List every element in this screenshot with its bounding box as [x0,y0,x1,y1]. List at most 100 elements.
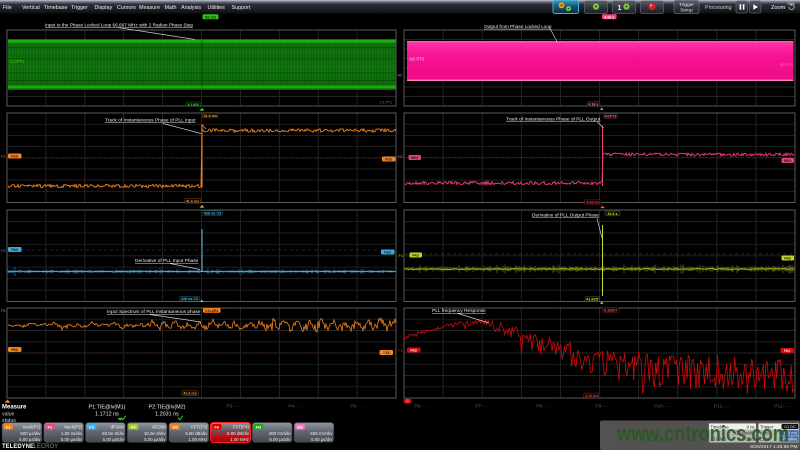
svg-text:Measure: Measure [139,5,160,11]
svg-text:P10- - -: P10- - - [654,404,670,410]
svg-text:5.00 µs/div: 5.00 µs/div [269,437,291,442]
svg-text:F4@: F4@ [784,257,791,261]
svg-text:41.6 ms: 41.6 ms [183,392,197,396]
svg-text:4.16 ms: 4.16 ms [586,201,600,205]
svg-text:P5- - -: P5- - - [350,404,364,410]
svg-text:C1=2E3: C1=2E3 [205,309,218,313]
svg-text:P1:TIE@lv(M1): P1:TIE@lv(M1) [89,405,126,411]
svg-text:Math: Math [165,5,177,11]
svg-text:F3@: F3@ [384,251,391,255]
svg-text:1.2031 ns: 1.2031 ns [155,412,179,418]
svg-text:Measure: Measure [2,405,27,411]
svg-text:P8- - -: P8- - - [536,404,550,410]
svg-text:1.00 ns/div: 1.00 ns/div [61,431,83,436]
svg-text:4.16 s: 4.16 s [588,103,598,107]
svg-text:Output from Phase Locked Loop: Output from Phase Locked Loop [484,24,552,29]
svg-text:500 mV/div: 500 mV/div [310,431,333,436]
svg-text:C1 PT1: C1 PT1 [10,59,25,64]
svg-text:F2@: F2@ [11,155,18,159]
svg-text:F2: F2 [48,424,53,429]
svg-text:P6- - -: P6- - - [414,404,428,410]
svg-text:41.6 ms: 41.6 ms [203,114,217,118]
svg-text:F3: F3 [1,249,5,253]
svg-text:416 ns C3: 416 ns C3 [204,212,221,216]
svg-text:P11- - -: P11- - - [714,404,730,410]
svg-text:5.00 µs/div: 5.00 µs/div [61,437,83,442]
svg-text:M2 PT5: M2 PT5 [780,63,793,67]
svg-text:P2:TIE@lv(M2): P2:TIE@lv(M2) [149,405,186,411]
svg-text:Cursors: Cursors [117,5,136,11]
svg-text:TELEDYNE: TELEDYNE [2,444,34,450]
svg-text:LECROY: LECROY [34,444,59,450]
svg-text:8.18607: 8.18607 [604,308,617,312]
svg-text:F4@: F4@ [412,254,419,258]
svg-text:1.00 MHz: 1.00 MHz [189,437,208,442]
svg-text:416 ns C3: 416 ns C3 [181,297,198,301]
svg-text:1: 1 [618,5,622,12]
svg-text:F1: F1 [6,424,11,429]
svg-text:41.6 ms: 41.6 ms [186,199,200,203]
svg-text:M2: M2 [297,424,303,429]
svg-text:FFT(F4): FFT(F4) [233,425,250,430]
svg-text:5.00 µs/div: 5.00 µs/div [311,437,333,442]
svg-text:P9- - -: P9- - - [595,404,609,410]
svg-text:Analysis: Analysis [181,5,201,11]
svg-text:F3: F3 [89,424,94,429]
svg-text:dF1/dv: dF1/dv [110,425,124,430]
svg-text:NC: NC [398,74,403,78]
svg-text:PLL frequency Response: PLL frequency Response [432,308,486,314]
svg-text:P4- - -: P4- - - [288,404,302,410]
svg-text:F6: F6 [399,349,403,353]
svg-text:200 mV/div: 200 mV/div [269,431,292,436]
svg-text:Display: Display [95,5,113,11]
svg-text:M3: M3 [256,424,262,429]
svg-text:5.00 dB/div: 5.00 dB/div [185,431,208,436]
svg-text:Support: Support [232,5,251,11]
svg-text:Utilities: Utilities [208,5,226,11]
svg-text:F3@: F3@ [11,248,18,252]
svg-text:6.1833: 6.1833 [188,103,199,107]
svg-text:F5@: F5@ [11,348,18,352]
svg-text:Trigger: Trigger [679,2,694,8]
svg-text:C1 PT1: C1 PT1 [380,101,392,105]
svg-text:5.00 µs/div: 5.00 µs/div [144,437,166,442]
svg-text:Setup: Setup [680,7,693,13]
svg-text:P7- - -: P7- - - [475,404,489,410]
svg-text:41.6 s: 41.6 s [607,212,617,216]
svg-text:5.00 µs/div: 5.00 µs/div [19,437,41,442]
svg-text:4.16 ms: 4.16 ms [585,394,599,398]
svg-text:M2@: M2@ [411,156,419,160]
svg-text:5.00 dB/div: 5.00 dB/div [227,431,250,436]
svg-text:5.00 µs/div: 5.00 µs/div [103,437,125,442]
svg-text:Input Spectrum of PLL Instanta: Input Spectrum of PLL Instantaneous phas… [107,309,201,315]
svg-text:Trigger: Trigger [71,5,88,11]
svg-text:P12- - -: P12- - - [774,404,790,410]
svg-text:M2@: M2@ [784,159,792,163]
svg-text:www.cntronics.com: www.cntronics.com [616,421,789,446]
svg-text:F5: F5 [173,424,178,429]
svg-text:1.1712 ns: 1.1712 ns [95,412,119,418]
svg-text:FFT(F3): FFT(F3) [191,425,208,430]
svg-text:Input to the Phase Locked Loop: Input to the Phase Locked Loop 66.667 MH… [45,22,193,27]
svg-text:41.6C5: 41.6C5 [586,298,598,302]
svg-text:F2@: F2@ [385,158,392,162]
svg-text:dF2/dv: dF2/dv [152,425,166,430]
svg-text:F4: F4 [399,254,403,258]
svg-text:Track of Instantaneous Phase o: Track of Instantaneous Phase of PLL Outp… [506,117,601,123]
svg-text:50.0e-3/div: 50.0e-3/div [102,431,125,436]
svg-text:Derivative of PLL Input Phase: Derivative of PLL Input Phase [135,258,199,264]
svg-text:Derivative of PLL Output Phase: Derivative of PLL Output Phase [532,213,599,219]
svg-text:F6@: F6@ [784,349,791,353]
svg-text:F2: F2 [1,155,5,159]
svg-text:M2 PT5: M2 PT5 [410,57,425,62]
svg-text:F6: F6 [214,424,219,429]
svg-text:Track of Instantaneous Phase o: Track of Instantaneous Phase of PLL Inpu… [105,118,196,124]
svg-text:Zoom: Zoom [771,5,786,11]
svg-text:track(P1): track(P1) [23,425,41,430]
svg-text:P3- - -: P3- - - [226,404,240,410]
svg-text:1.00 MHz: 1.00 MHz [230,437,249,442]
svg-text:File: File [3,5,12,11]
svg-text:68.133: 68.133 [205,15,216,19]
svg-text:Vertical: Vertical [22,5,40,11]
svg-text:4.16 s: 4.16 s [604,15,614,19]
